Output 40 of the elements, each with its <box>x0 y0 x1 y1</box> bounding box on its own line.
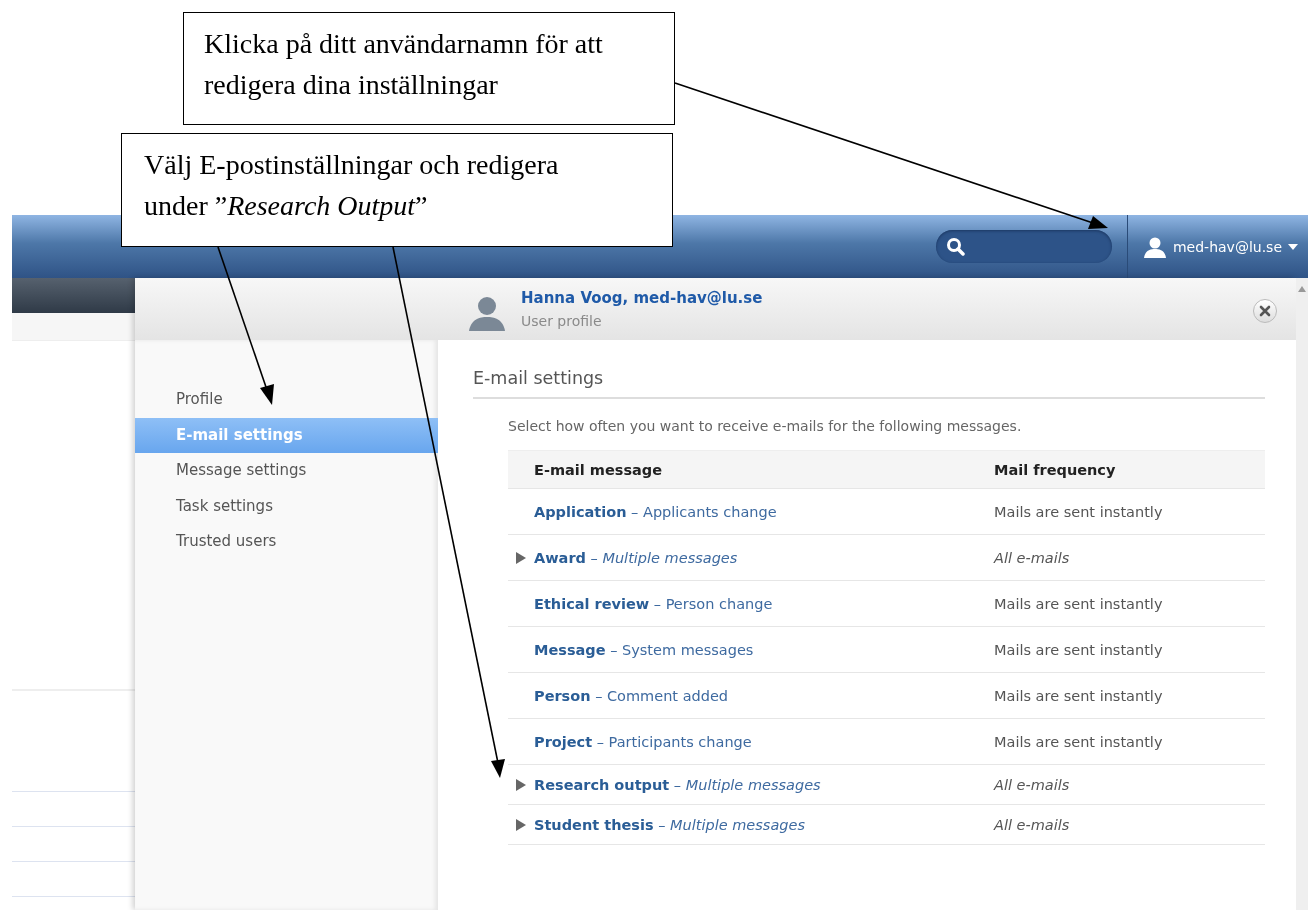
sidebar-item[interactable]: Task settings <box>135 488 438 524</box>
callout-text: Klicka på ditt användarnamn för att redigera dina inställningar <box>183 12 675 125</box>
sidebar-item[interactable]: Profile <box>135 382 438 418</box>
frequency-text: Mails are sent instantly <box>994 733 1164 750</box>
sidebar-item[interactable]: Message settings <box>135 453 438 489</box>
frequency-text: All e-mails <box>994 776 1071 793</box>
column-header: Mail frequency <box>994 461 1117 478</box>
sidebar-item[interactable]: Trusted users <box>135 524 438 560</box>
message-link[interactable]: Student thesis – Multiple messages <box>534 816 805 833</box>
scrollbar[interactable] <box>1296 278 1308 910</box>
close-icon <box>1259 305 1271 317</box>
frequency-text: All e-mails <box>994 549 1071 566</box>
callout-text: Välj E-postinställningar och redigera under ”Research Output” <box>121 133 673 247</box>
user-menu[interactable]: med-hav@lu.se <box>1142 235 1308 258</box>
frequency-text: Mails are sent instantly <box>994 641 1164 658</box>
frequency-text: Mails are sent instantly <box>994 595 1164 612</box>
profile-name[interactable]: Hanna Voog, med-hav@lu.se <box>521 289 763 307</box>
search-field[interactable] <box>935 230 1112 263</box>
profile-subtitle: User profile <box>521 313 603 329</box>
message-link[interactable]: Person – Comment added <box>534 687 729 704</box>
message-link[interactable]: Project – Participants change <box>534 733 752 750</box>
expand-icon[interactable] <box>516 778 526 791</box>
search-icon <box>945 236 966 257</box>
message-link[interactable]: Message – System messages <box>534 641 754 658</box>
frequency-text: Mails are sent instantly <box>994 503 1164 520</box>
avatar-icon <box>468 295 506 331</box>
caret-icon <box>1288 243 1298 250</box>
user-icon <box>1142 235 1167 258</box>
expand-icon[interactable] <box>516 551 526 564</box>
expand-icon[interactable] <box>516 818 526 831</box>
close-button[interactable] <box>1253 299 1277 323</box>
message-link[interactable]: Research output – Multiple messages <box>534 776 821 793</box>
frequency-text: All e-mails <box>994 816 1071 833</box>
message-link[interactable]: Award – Multiple messages <box>534 549 738 566</box>
description: Select how often you want to receive e-mails for the following messages. <box>508 418 1023 434</box>
section-title: E-mail settings <box>473 368 1265 399</box>
message-link[interactable]: Ethical review – Person change <box>534 595 773 612</box>
frequency-text: Mails are sent instantly <box>994 687 1164 704</box>
message-link[interactable]: Application – Applicants change <box>534 503 777 520</box>
column-header: E-mail message <box>533 461 663 478</box>
